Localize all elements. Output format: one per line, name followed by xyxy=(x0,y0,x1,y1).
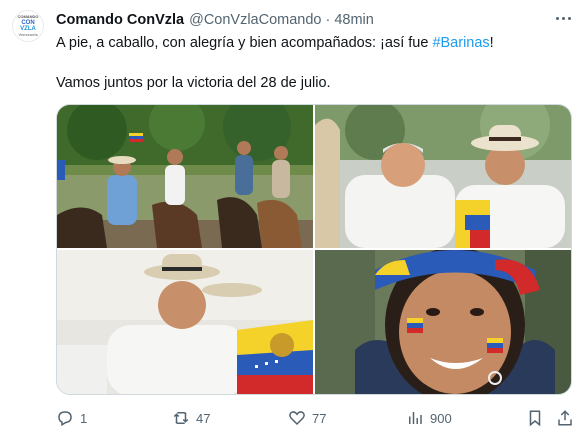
heart-icon xyxy=(289,411,305,426)
bookmark-button[interactable] xyxy=(526,409,550,427)
share-button[interactable] xyxy=(556,409,580,427)
tweet-timestamp[interactable]: 48min xyxy=(334,12,374,28)
tweet-text-line-2: Vamos juntos por la victoria del 28 de j… xyxy=(56,75,331,91)
like-count: 77 xyxy=(312,410,327,426)
author-handle[interactable]: @ConVzlaComando xyxy=(189,12,321,28)
bookmark-icon xyxy=(529,410,541,427)
photo-candidates-smiling[interactable] xyxy=(315,105,571,248)
tweet-header: Comando ConVzla @ConVzlaComando · 48min xyxy=(56,10,526,30)
avatar[interactable]: COMANDO CON VZLA Venezuela xyxy=(12,10,44,42)
reply-button[interactable]: 1 xyxy=(56,409,87,427)
more-options-icon[interactable] xyxy=(552,9,574,27)
retweet-icon xyxy=(173,412,189,424)
retweet-button[interactable]: 47 xyxy=(172,409,210,427)
photo-supporter-face-paint[interactable] xyxy=(315,250,571,394)
share-icon xyxy=(558,410,572,426)
reply-icon xyxy=(58,411,72,427)
photo-horse-riders[interactable] xyxy=(57,105,313,248)
reply-count: 1 xyxy=(80,410,88,426)
views-button[interactable]: 900 xyxy=(406,409,452,427)
views-chart-icon xyxy=(409,412,422,424)
hashtag-link[interactable]: #Barinas xyxy=(432,35,489,51)
tweet-text-suffix: ! xyxy=(489,35,494,51)
avatar-text-line-4: Venezuela xyxy=(18,32,38,37)
media-grid xyxy=(56,104,572,395)
header-separator: · xyxy=(325,12,331,28)
like-button[interactable]: 77 xyxy=(288,409,326,427)
tweet-text: A pie, a caballo, con alegría y bien aco… xyxy=(56,33,571,93)
tweet-text-prefix: A pie, a caballo, con alegría y bien aco… xyxy=(56,35,433,51)
author-name[interactable]: Comando ConVzla xyxy=(56,12,184,28)
tweet-card[interactable]: COMANDO CON VZLA Venezuela Comando ConVz… xyxy=(0,0,588,435)
tweet-text-line-1: A pie, a caballo, con alegría y bien aco… xyxy=(56,33,571,53)
retweet-count: 47 xyxy=(196,410,211,426)
photo-candidate-flag[interactable] xyxy=(57,250,313,394)
views-count: 900 xyxy=(430,410,452,426)
tweet-actions: 1 47 77 900 xyxy=(56,405,572,433)
